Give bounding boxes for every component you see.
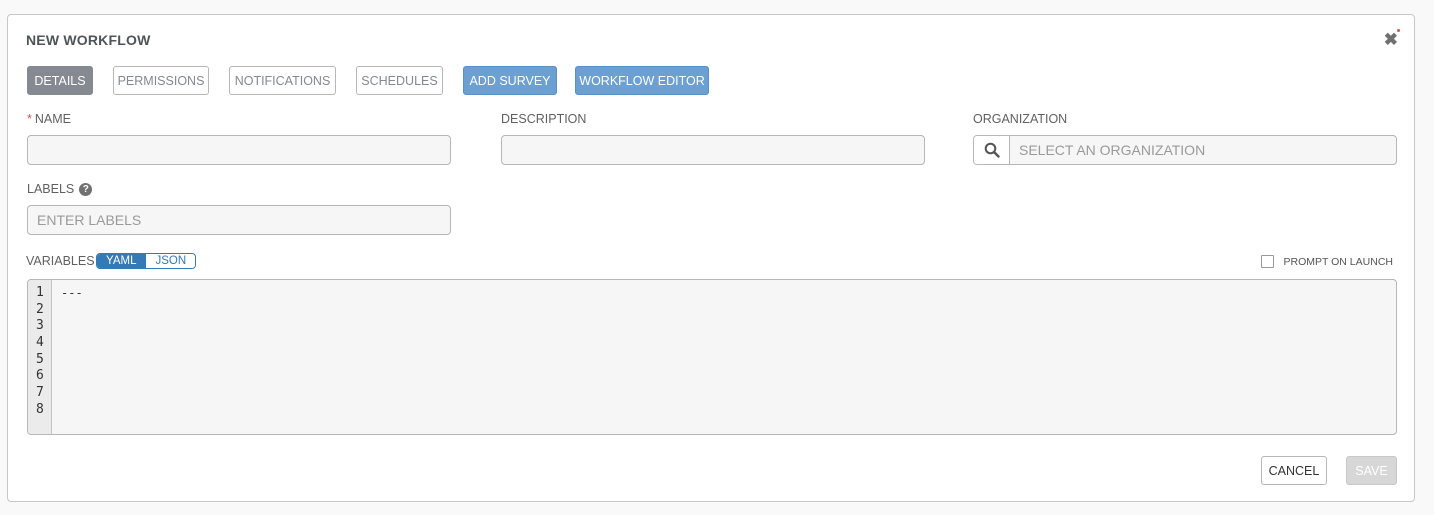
- tab-notifications[interactable]: NOTIFICATIONS: [229, 66, 336, 95]
- cancel-button[interactable]: CANCEL: [1261, 456, 1327, 485]
- prompt-on-launch-checkbox[interactable]: [1260, 255, 1274, 268]
- line-number: 1: [36, 285, 44, 300]
- tab-details[interactable]: DETAILS: [27, 66, 93, 95]
- yaml-toggle[interactable]: YAML: [97, 254, 146, 268]
- variables-editor[interactable]: 1 2 3 4 5 6 7 8 ---: [27, 279, 1397, 435]
- json-toggle[interactable]: JSON: [145, 254, 196, 268]
- variables-label: VARIABLES: [26, 254, 95, 268]
- organization-input[interactable]: [1010, 136, 1396, 164]
- tab-permissions[interactable]: PERMISSIONS: [113, 66, 209, 95]
- new-workflow-dialog: NEW WORKFLOW ✖ DETAILS PERMISSIONS NOTIF…: [7, 14, 1415, 502]
- organization-field: [973, 135, 1397, 165]
- prompt-on-launch: PROMPT ON LAUNCH: [1260, 255, 1394, 268]
- description-input[interactable]: [501, 135, 925, 165]
- description-label: DESCRIPTION: [501, 112, 587, 126]
- labels-label: LABELS?: [27, 182, 93, 197]
- organization-label: ORGANIZATION: [973, 112, 1068, 126]
- add-survey-button[interactable]: ADD SURVEY: [463, 66, 557, 95]
- line-number: 3: [36, 318, 44, 334]
- line-number: 6: [36, 368, 44, 384]
- line-number-gutter: 1 2 3 4 5 6 7 8: [28, 280, 52, 434]
- editor-content[interactable]: ---: [52, 280, 1396, 434]
- workflow-editor-button[interactable]: WORKFLOW EDITOR: [575, 66, 709, 95]
- tab-schedules[interactable]: SCHEDULES: [356, 66, 443, 95]
- help-icon[interactable]: ?: [79, 183, 93, 197]
- labels-label-text: LABELS: [27, 182, 75, 196]
- line-number: 2: [36, 301, 44, 317]
- name-input[interactable]: [27, 135, 451, 165]
- variables-format-toggle: YAML JSON: [96, 253, 197, 269]
- line-number: 8: [36, 401, 44, 417]
- close-indicator-dot: [1397, 29, 1400, 32]
- prompt-on-launch-label: PROMPT ON LAUNCH: [1283, 255, 1394, 268]
- name-label-text: NAME: [34, 112, 71, 126]
- line-number: 4: [36, 335, 44, 351]
- dialog-title: NEW WORKFLOW: [26, 32, 151, 48]
- line-number: 7: [36, 385, 44, 401]
- labels-input[interactable]: [27, 205, 451, 235]
- required-mark: *: [27, 112, 32, 126]
- search-icon[interactable]: [974, 136, 1010, 164]
- line-number: 5: [36, 351, 44, 367]
- close-icon[interactable]: ✖: [1384, 31, 1398, 49]
- name-label: * NAME: [27, 112, 71, 126]
- save-button[interactable]: SAVE: [1346, 456, 1397, 485]
